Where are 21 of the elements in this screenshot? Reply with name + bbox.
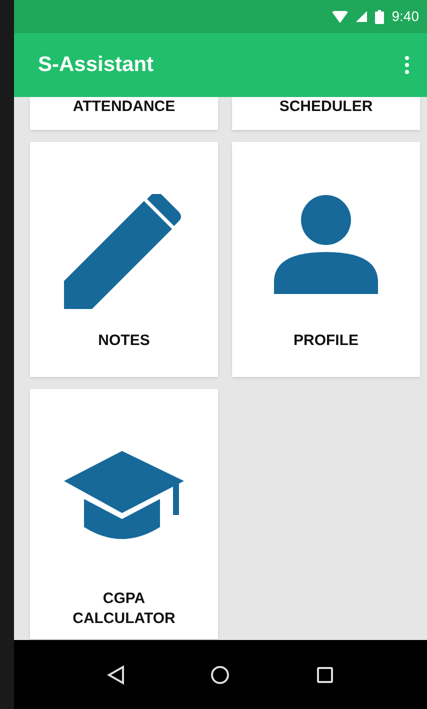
pencil-icon [64,194,184,309]
tile-label: ATTENDANCE [72,97,176,117]
clock-time: 9:40 [392,7,419,26]
home-icon[interactable] [210,664,230,684]
tile-label: NOTES [98,331,150,351]
tile-card[interactable]: SCHEDULER [232,97,420,130]
back-icon[interactable] [106,664,125,684]
wifi-icon [332,10,348,22]
person-icon [274,194,378,294]
tile-label: SCHEDULER [279,97,373,117]
tile-label: PROFILE [293,331,358,351]
signal-icon [356,11,367,22]
battery-icon [374,10,384,24]
tile-label: CGPA CALCULATOR [72,589,176,629]
tile-card[interactable]: PROFILE [232,142,420,377]
tile-card[interactable]: CGPA CALCULATOR [30,389,218,639]
tile-card[interactable]: NOTES [30,142,218,377]
tile-card[interactable]: ATTENDANCE [30,97,218,130]
app-title: S-Assistant [38,52,154,78]
graduation-cap-icon [64,451,184,541]
recents-icon[interactable] [316,666,334,684]
